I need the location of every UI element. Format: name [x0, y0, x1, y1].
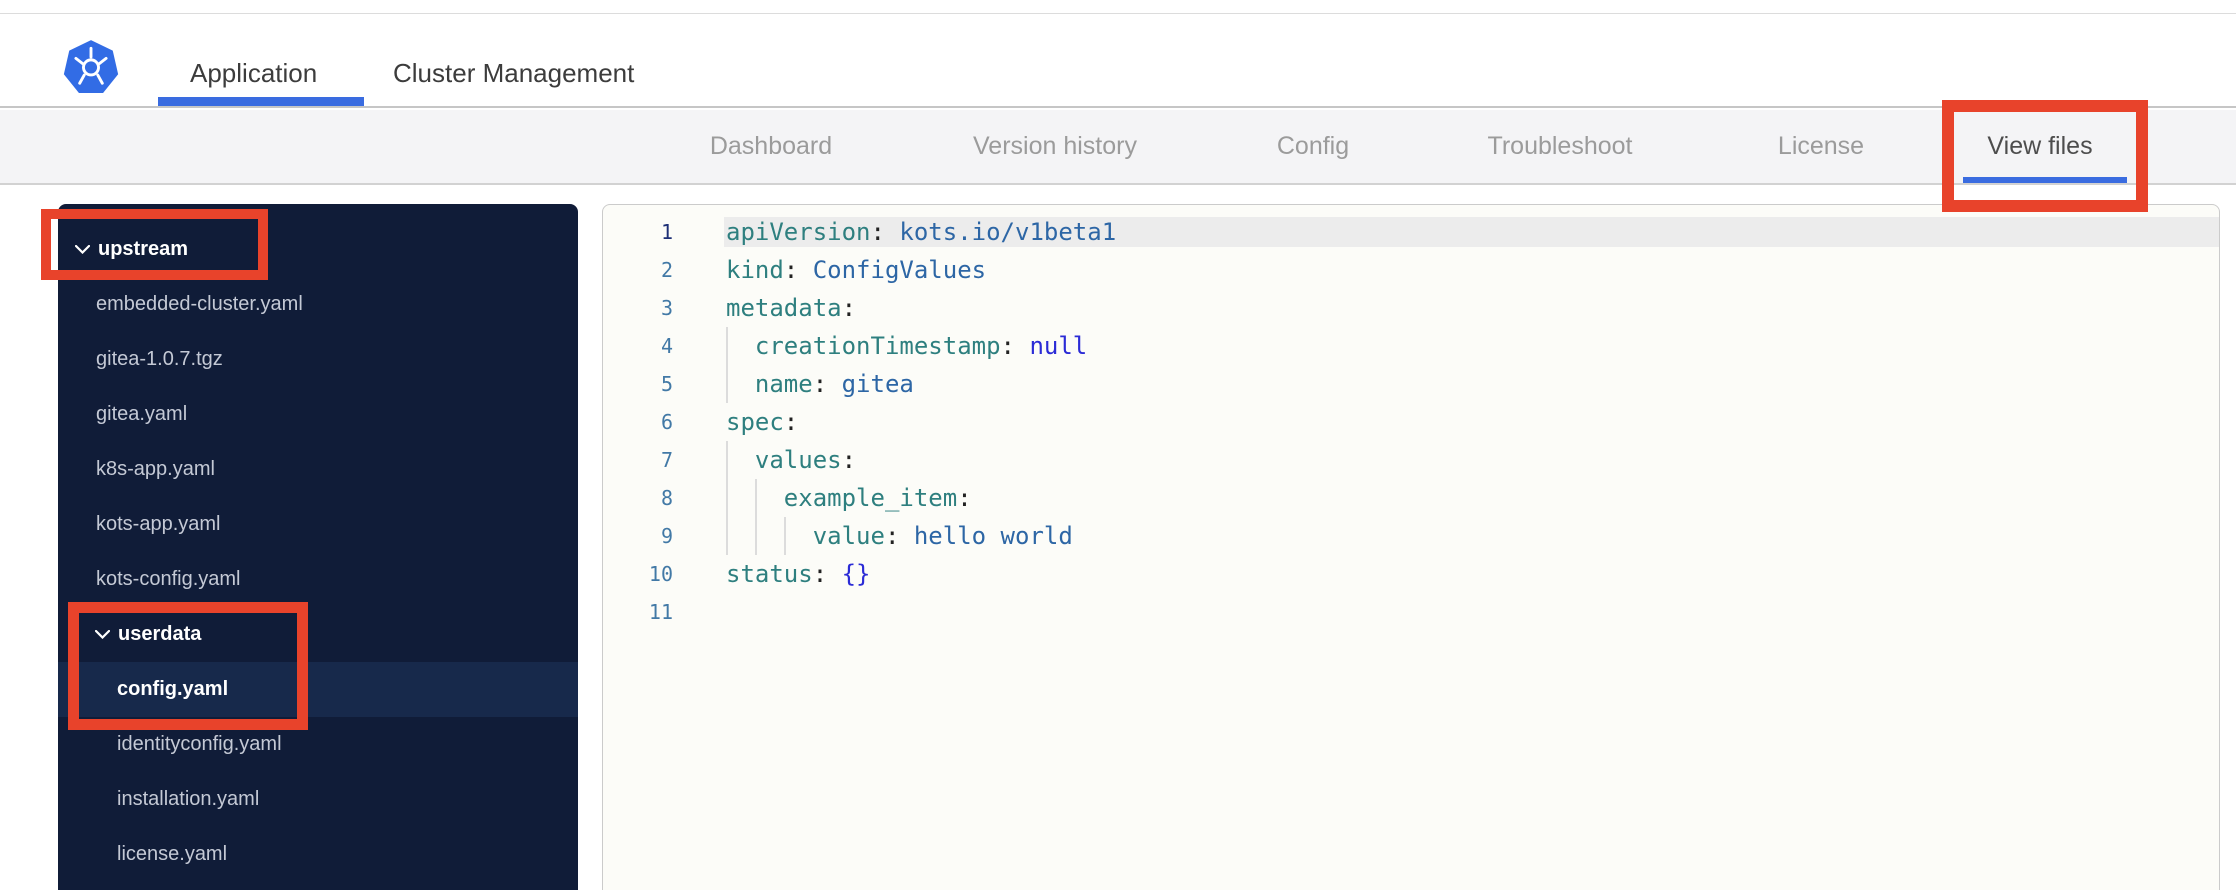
- tree-item-kots-app-yaml[interactable]: kots-app.yaml: [58, 497, 578, 552]
- code-text: example_item:: [726, 484, 972, 512]
- chevron-down-icon: [94, 629, 111, 640]
- code-line-10: 10 status: {}: [603, 555, 2219, 593]
- tree-item-userdata[interactable]: userdata: [58, 607, 578, 662]
- code-text: value: hello world: [726, 522, 1073, 550]
- tab-cluster-management[interactable]: Cluster Management: [393, 58, 634, 89]
- subnav-troubleshoot[interactable]: Troubleshoot: [1488, 110, 1633, 183]
- code-line-2: 2 kind: ConfigValues: [603, 251, 2219, 289]
- subnav-dashboard[interactable]: Dashboard: [710, 110, 832, 183]
- code-line-7: 7 values:: [603, 441, 2219, 479]
- line-number: 2: [660, 258, 673, 282]
- file-tree-sidebar: upstream embedded-cluster.yaml gitea-1.0.7…: [58, 204, 578, 890]
- tree-item-label: userdata: [118, 623, 202, 645]
- code-text: status: {}: [726, 560, 871, 588]
- code-line-4: 4 creationTimestamp: null: [603, 327, 2219, 365]
- tree-item-embedded-cluster-yaml[interactable]: embedded-cluster.yaml: [58, 277, 578, 332]
- code-text: name: gitea: [726, 370, 914, 398]
- code-text: creationTimestamp: null: [726, 332, 1088, 360]
- code-line-1: 1 apiVersion: kots.io/v1beta1: [603, 213, 2219, 251]
- code-text: metadata:: [726, 294, 857, 322]
- line-number: 11: [648, 600, 673, 624]
- code-text: kind: ConfigValues: [726, 256, 987, 284]
- tree-item-label: config.yaml: [117, 678, 229, 700]
- tree-item-gitea-yaml[interactable]: gitea.yaml: [58, 387, 578, 442]
- line-number: 3: [660, 296, 673, 320]
- yaml-editor: 1 apiVersion: kots.io/v1beta1 2 kind: Confi…: [603, 205, 2219, 631]
- app-header: Application Cluster Management: [0, 14, 2236, 108]
- tree-item-identityconfig-yaml[interactable]: identityconfig.yaml: [58, 717, 578, 772]
- active-tab-underline: [158, 97, 364, 106]
- view-files-active-underline: [1963, 177, 2127, 183]
- tree-item-label: identityconfig.yaml: [117, 733, 282, 755]
- line-number: 6: [660, 410, 673, 434]
- tree-item-upstream[interactable]: upstream: [58, 222, 578, 277]
- line-number: 1: [660, 220, 673, 244]
- code-line-11: 11: [603, 593, 2219, 631]
- code-line-5: 5 name: gitea: [603, 365, 2219, 403]
- tree-item-gitea-1-0-7-tgz[interactable]: gitea-1.0.7.tgz: [58, 332, 578, 387]
- line-number: 9: [660, 524, 673, 548]
- code-text: values:: [726, 446, 857, 474]
- subnav-license[interactable]: License: [1778, 110, 1864, 183]
- line-number: 10: [648, 562, 673, 586]
- tree-item-installation-yaml[interactable]: installation.yaml: [58, 772, 578, 827]
- line-number: 5: [660, 372, 673, 396]
- app-subnav: Dashboard Version history Config Trouble…: [0, 110, 2236, 185]
- tree-item-kots-config-yaml[interactable]: kots-config.yaml: [58, 552, 578, 607]
- kubernetes-logo-icon: [63, 40, 119, 94]
- line-number: 8: [660, 486, 673, 510]
- tree-item-label: kots-app.yaml: [96, 513, 221, 535]
- tree-item-k8s-app-yaml[interactable]: k8s-app.yaml: [58, 442, 578, 497]
- tree-item-label: installation.yaml: [117, 788, 260, 810]
- code-text: spec:: [726, 408, 799, 436]
- subnav-view-files[interactable]: View files: [1987, 110, 2092, 183]
- kots-admin-console: Application Cluster Management Dashboard…: [0, 0, 2236, 890]
- line-number: 4: [660, 334, 673, 358]
- code-line-3: 3 metadata:: [603, 289, 2219, 327]
- tree-item-label: gitea.yaml: [96, 403, 188, 425]
- tree-item-label: kots-config.yaml: [96, 568, 241, 590]
- subnav-version-history[interactable]: Version history: [973, 110, 1137, 183]
- tree-item-license-yaml[interactable]: license.yaml: [58, 827, 578, 882]
- tree-item-config-yaml[interactable]: config.yaml: [58, 662, 578, 717]
- code-line-6: 6 spec:: [603, 403, 2219, 441]
- file-viewer-panel[interactable]: 1 apiVersion: kots.io/v1beta1 2 kind: Confi…: [602, 204, 2220, 890]
- tree-item-label: gitea-1.0.7.tgz: [96, 348, 223, 370]
- tree-item-label: upstream: [98, 238, 189, 260]
- subnav-config[interactable]: Config: [1277, 110, 1349, 183]
- chevron-down-icon: [74, 244, 91, 255]
- tree-item-label: embedded-cluster.yaml: [96, 293, 303, 315]
- code-text: apiVersion: kots.io/v1beta1: [726, 218, 1117, 246]
- tree-item-label: license.yaml: [117, 843, 228, 865]
- tab-application[interactable]: Application: [190, 58, 317, 89]
- tree-item-label: k8s-app.yaml: [96, 458, 215, 480]
- code-line-8: 8 example_item:: [603, 479, 2219, 517]
- code-line-9: 9 value: hello world: [603, 517, 2219, 555]
- line-number: 7: [660, 448, 673, 472]
